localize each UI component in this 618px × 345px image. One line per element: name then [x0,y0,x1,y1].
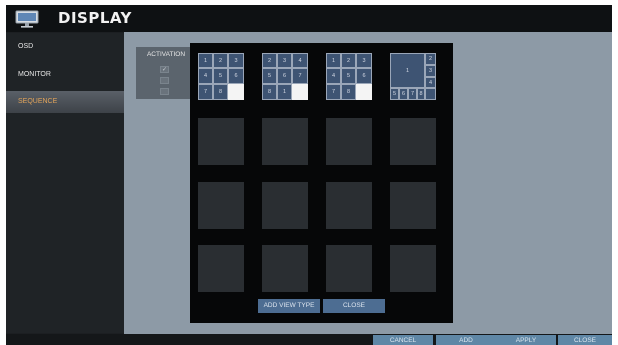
layout-cell: 6 [356,68,372,84]
layout-cell: 5 [213,68,228,84]
layout-cell: 2 [262,53,277,68]
layout-cell-empty [292,84,308,100]
view-type-layout-1[interactable]: 1 2 3 4 5 6 7 8 [198,53,244,100]
layout-cell: 1 [390,53,425,88]
empty-view-slot[interactable] [390,245,436,292]
empty-view-slot[interactable] [262,118,308,165]
empty-view-slot[interactable] [198,245,244,292]
empty-view-slot[interactable] [390,182,436,229]
layout-cell: 2 [213,53,228,68]
empty-view-slot[interactable] [198,182,244,229]
sidebar-item-sequence[interactable]: SEQUENCE [6,91,124,113]
empty-view-slot[interactable] [262,245,308,292]
layout-cell: 8 [417,88,425,100]
empty-view-slot[interactable] [262,182,308,229]
activation-checkbox-1[interactable]: ✓ [160,66,169,73]
layout-cell: 4 [198,68,213,84]
monitor-icon [15,10,39,28]
layout-cell: 3 [356,53,372,68]
layout-cell: 7 [408,88,417,100]
add-view-type-button[interactable]: ADD VIEW TYPE [258,299,320,313]
empty-view-slot[interactable] [390,118,436,165]
header-bar: DISPLAY [6,5,612,32]
apply-button[interactable]: APPLY [496,335,556,345]
page-title: DISPLAY [58,9,132,27]
sidebar-item-osd[interactable]: OSD [6,36,124,58]
layout-cell: 6 [399,88,408,100]
activation-header: ACTIVATION [146,51,186,58]
activation-checkbox-3[interactable] [160,88,169,95]
layout-cell: 2 [425,53,436,65]
view-type-layout-4[interactable]: 1 2 3 4 5 6 7 8 [390,53,436,100]
sidebar-item-monitor[interactable]: MONITOR [6,64,124,86]
layout-cell: 5 [390,88,399,100]
add-button[interactable]: ADD [436,335,496,345]
layout-cell: 1 [326,53,341,68]
view-type-layout-3[interactable]: 1 2 3 4 5 6 7 8 [326,53,372,100]
view-type-layout-2[interactable]: 2 3 4 5 6 7 8 1 [262,53,308,100]
close-button[interactable]: CLOSE [558,335,612,345]
layout-cell: 3 [228,53,244,68]
layout-cell: 5 [341,68,356,84]
layout-cell: 5 [262,68,277,84]
layout-cell: 1 [277,84,292,100]
activation-checkbox-2[interactable] [160,77,169,84]
layout-cell: 8 [262,84,277,100]
layout-cell: 7 [292,68,308,84]
layout-cell: 6 [228,68,244,84]
layout-cell: 2 [341,53,356,68]
dialog-close-button[interactable]: CLOSE [323,299,385,313]
sidebar: OSD MONITOR SEQUENCE [6,33,124,333]
cancel-button[interactable]: CANCEL [373,335,433,345]
layout-cell-empty [228,84,244,100]
app-window: DISPLAY OSD MONITOR SEQUENCE ACTIVATION … [6,5,612,345]
layout-cell: 4 [425,77,436,88]
empty-view-slot[interactable] [326,245,372,292]
layout-cell: 7 [198,84,213,100]
layout-cell: 3 [277,53,292,68]
empty-view-slot[interactable] [198,118,244,165]
layout-cell-empty [356,84,372,100]
empty-view-slot[interactable] [326,118,372,165]
layout-cell: 4 [326,68,341,84]
layout-cell: 4 [292,53,308,68]
layout-cell: 8 [213,84,228,100]
layout-cell: 1 [198,53,213,68]
layout-cell: 8 [341,84,356,100]
empty-view-slot[interactable] [326,182,372,229]
view-type-dialog: 1 2 3 4 5 6 7 8 2 3 4 5 6 7 8 1 1 2 3 4 … [190,43,453,323]
layout-cell: 6 [277,68,292,84]
activation-column: ACTIVATION ✓ [136,47,196,99]
layout-cell-empty [425,88,436,100]
layout-cell: 3 [425,65,436,77]
layout-cell: 7 [326,84,341,100]
